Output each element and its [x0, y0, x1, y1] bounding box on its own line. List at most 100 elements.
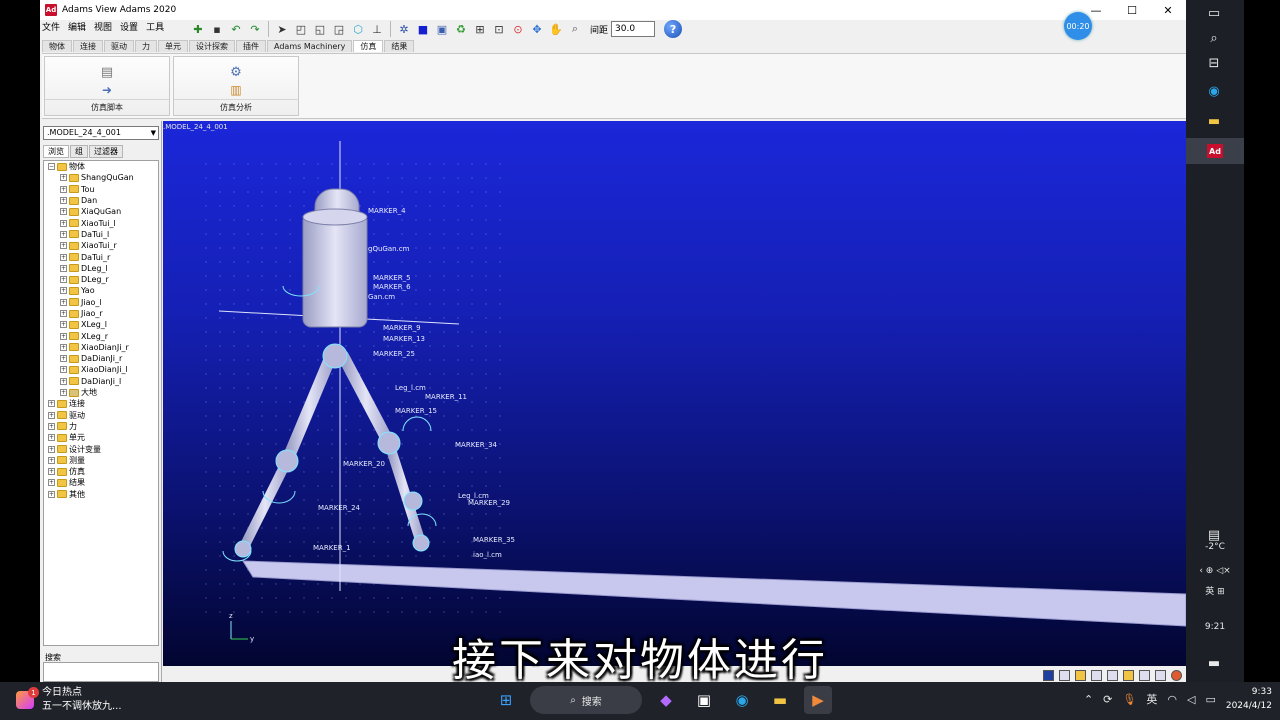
file-explorer-icon[interactable]: ▬	[1204, 112, 1224, 130]
expand-icon[interactable]: +	[60, 185, 67, 193]
search-icon[interactable]: ⌕	[1204, 29, 1224, 47]
tab-forces[interactable]: 力	[135, 40, 157, 52]
tree-node[interactable]: + 结果	[44, 477, 158, 488]
wifi-icon[interactable]: ◠	[1167, 693, 1177, 706]
expand-icon[interactable]: +	[60, 174, 67, 182]
expand-icon[interactable]: +	[48, 400, 55, 408]
menu-view[interactable]: 视图	[94, 20, 112, 33]
menu-tools[interactable]: 工具	[146, 20, 164, 33]
undo-icon[interactable]: ↶	[228, 21, 244, 37]
tab-groups[interactable]: 组	[70, 145, 88, 158]
3d-viewport[interactable]: .MODEL_24_4_001 MARKER_4 gQuGan.cm MARKE…	[163, 121, 1186, 666]
expand-icon[interactable]: +	[48, 456, 55, 464]
volume-icon[interactable]: ◁	[1187, 693, 1195, 706]
tree-node[interactable]: + 设计变量	[44, 443, 158, 454]
expand-icon[interactable]: +	[60, 287, 67, 295]
tree-node[interactable]: + 单元	[44, 432, 158, 443]
tab-filters[interactable]: 过滤器	[89, 145, 123, 158]
expand-icon[interactable]: +	[60, 343, 67, 351]
menu-edit[interactable]: 编辑	[68, 20, 86, 33]
menu-file[interactable]: 文件	[42, 20, 60, 33]
expand-icon[interactable]: +	[48, 490, 55, 498]
tree-node[interactable]: + 力	[44, 421, 158, 432]
chevron-up-icon[interactable]: ⌃	[1084, 693, 1093, 706]
maximize-button[interactable]: ☐	[1114, 0, 1150, 20]
tree-node[interactable]: + ShangQuGan	[44, 172, 158, 183]
tree-node[interactable]: − 物体	[44, 161, 158, 172]
task-view-icon[interactable]: ▣	[690, 686, 718, 714]
widgets-icon[interactable]: ⊟	[1204, 54, 1224, 72]
expand-icon[interactable]: +	[48, 479, 55, 487]
expand-icon[interactable]: +	[60, 310, 67, 317]
tab-connectors[interactable]: 连接	[73, 40, 103, 52]
taskbar-search[interactable]: ⌕ 搜索	[530, 686, 642, 714]
edge-browser-icon[interactable]: ◉	[1204, 82, 1224, 100]
notification-icon[interactable]: ▬	[1204, 654, 1224, 672]
input-language[interactable]: 英	[1146, 691, 1157, 707]
fit-icon[interactable]: ⊡	[491, 21, 507, 37]
tree-node[interactable]: + Yao	[44, 285, 158, 296]
news-widget[interactable]: 1 今日热点 五一不调休放九...	[16, 686, 122, 714]
rotate-view-icon[interactable]: ◱	[312, 21, 328, 37]
expand-icon[interactable]: +	[60, 366, 67, 374]
microphone-icon[interactable]: 🎙	[1122, 693, 1136, 706]
tab-plugins[interactable]: 插件	[236, 40, 266, 52]
expand-icon[interactable]: +	[60, 298, 67, 306]
collapse-icon[interactable]: −	[48, 163, 55, 171]
expand-icon[interactable]: +	[48, 411, 55, 419]
select-arrow-icon[interactable]: ➤	[274, 21, 290, 37]
edge-browser-icon[interactable]: ◉	[728, 686, 756, 714]
adams-taskbar-icon[interactable]: Ad	[1186, 138, 1244, 164]
tree-node[interactable]: + XLeg_l	[44, 319, 158, 330]
tray-icons-row[interactable]: ‹ ⊕ ◁×	[1186, 566, 1244, 576]
clock[interactable]: 9:33 2024/4/12	[1226, 685, 1272, 713]
expand-icon[interactable]: +	[60, 389, 67, 397]
tree-node[interactable]: + Dan	[44, 195, 158, 206]
tree-node[interactable]: + XiaoDianJi_l	[44, 364, 158, 375]
expand-icon[interactable]: +	[60, 197, 67, 205]
new-model-icon[interactable]: ✚	[190, 21, 206, 37]
copilot-icon[interactable]: ◆	[652, 686, 680, 714]
iso-view-icon[interactable]: ⬡	[350, 21, 366, 37]
tree-node[interactable]: + Jiao_r	[44, 308, 158, 319]
tree-node[interactable]: + 其他	[44, 489, 158, 500]
network-icon[interactable]: ✲	[396, 21, 412, 37]
input-language[interactable]: 英 ⊞	[1186, 584, 1244, 597]
tree-node[interactable]: + 测量	[44, 455, 158, 466]
expand-icon[interactable]: +	[48, 422, 55, 430]
tree-node[interactable]: + DLeg_r	[44, 274, 158, 285]
expand-icon[interactable]: +	[60, 264, 67, 272]
axis-view-icon[interactable]: ⊥	[369, 21, 385, 37]
marker-icon[interactable]: ⊙	[510, 21, 526, 37]
zoom-icon[interactable]: ⌕	[567, 21, 583, 37]
tree-node[interactable]: + DaDianJi_l	[44, 376, 158, 387]
start-icon[interactable]: ⊞	[492, 686, 520, 714]
tab-browse[interactable]: 浏览	[43, 145, 69, 158]
tab-simulation[interactable]: 仿真	[353, 40, 384, 52]
expand-icon[interactable]: +	[48, 434, 55, 442]
tab-bodies[interactable]: 物体	[42, 40, 72, 52]
tree-node[interactable]: + DaTui_l	[44, 229, 158, 240]
expand-icon[interactable]: +	[60, 219, 67, 227]
help-icon[interactable]: ?	[664, 20, 683, 38]
tree-node[interactable]: + 大地	[44, 387, 158, 398]
expand-icon[interactable]: +	[60, 355, 67, 363]
tree-node[interactable]: + XiaQuGan	[44, 206, 158, 217]
recycle-icon[interactable]: ♻	[453, 21, 469, 37]
expand-icon[interactable]: +	[60, 208, 67, 216]
tree-node[interactable]: + XiaoTui_l	[44, 217, 158, 228]
expand-icon[interactable]: +	[60, 242, 67, 250]
tab-design-exploration[interactable]: 设计探索	[189, 40, 235, 52]
tree-node[interactable]: + XLeg_r	[44, 330, 158, 341]
simulation-script-button[interactable]: ▤ ➜ 仿真脚本	[44, 56, 170, 116]
sync-icon[interactable]: ⟳	[1103, 693, 1112, 706]
file-explorer-icon[interactable]: ▬	[766, 686, 794, 714]
spacing-input[interactable]	[611, 21, 656, 37]
expand-icon[interactable]: +	[48, 468, 55, 476]
tree-node[interactable]: + DaDianJi_r	[44, 353, 158, 364]
tree-node[interactable]: + DLeg_l	[44, 263, 158, 274]
zoom-box-icon[interactable]: ◰	[293, 21, 309, 37]
expand-icon[interactable]: +	[60, 253, 67, 261]
tree-node[interactable]: + DaTui_r	[44, 251, 158, 262]
tab-elements[interactable]: 单元	[158, 40, 188, 52]
